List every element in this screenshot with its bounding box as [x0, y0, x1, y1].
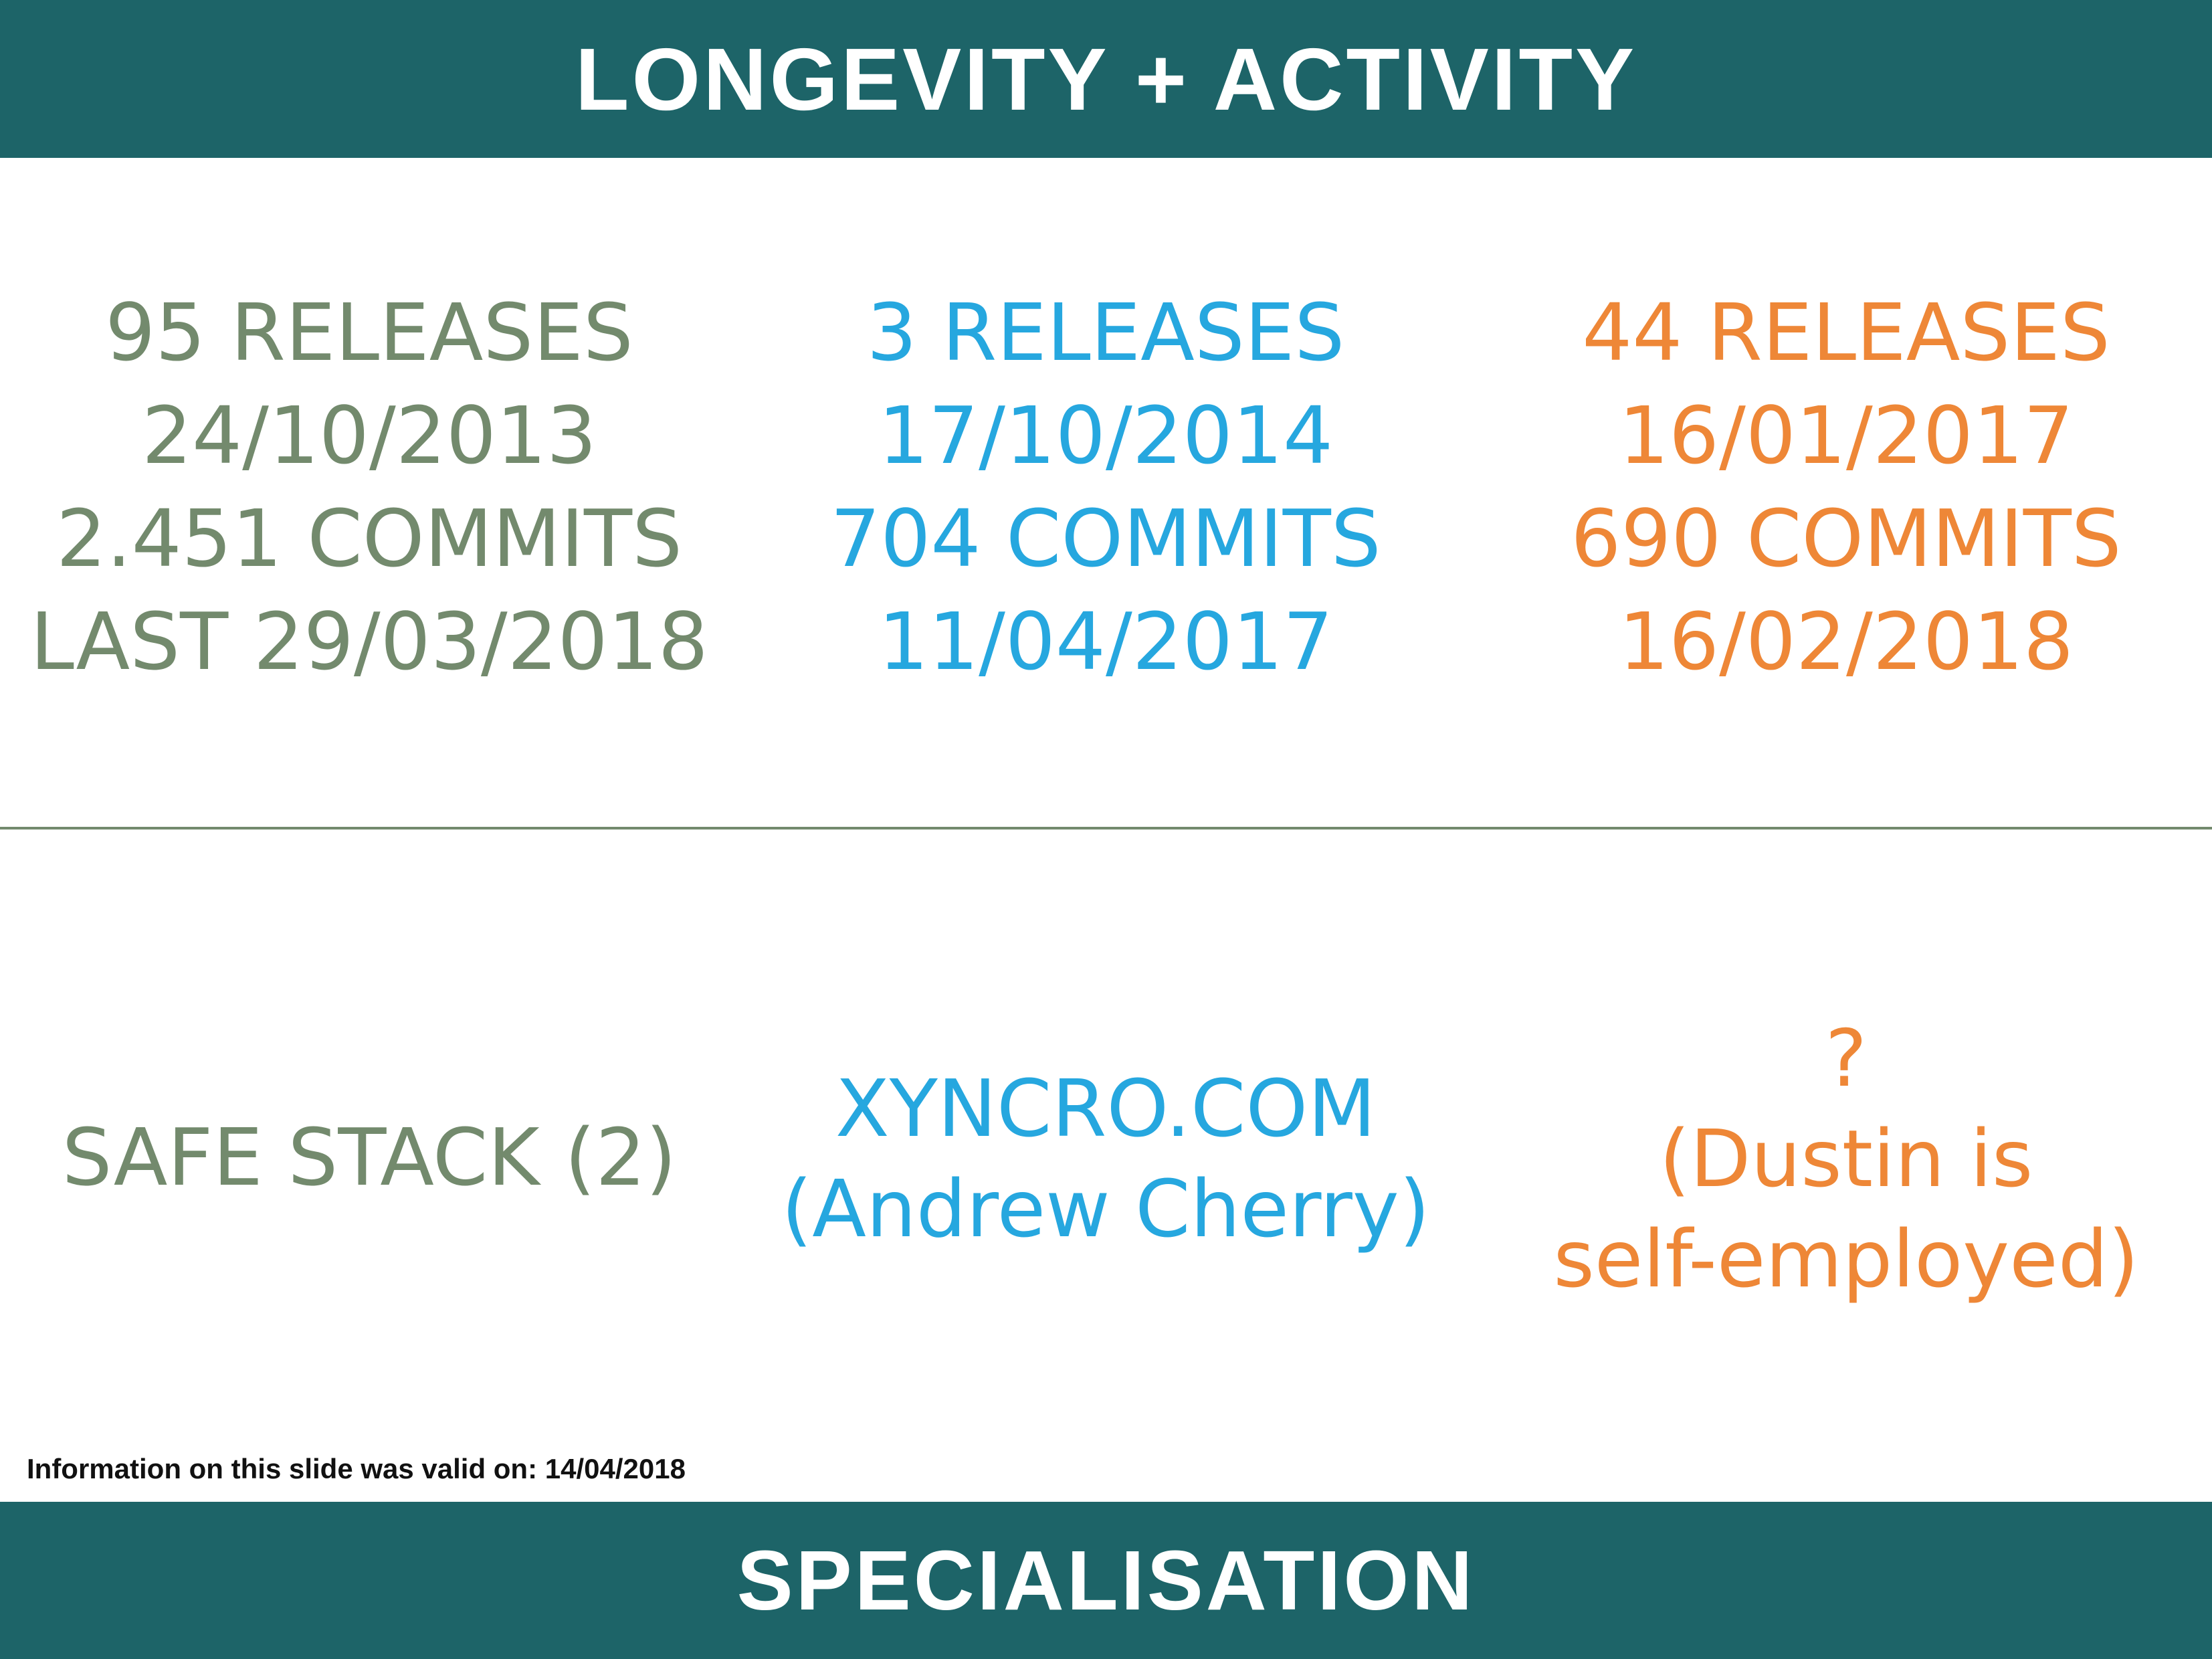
stats-column-1: 95 RELEASES 24/10/2013 2.451 COMMITS LAS… [8, 281, 730, 693]
specialisation-column-2: XYNCRO.COM (Andrew Cherry) [744, 1058, 1467, 1259]
header-banner: LONGEVITY + ACTIVITY [0, 0, 2212, 158]
specialisation-note: self-employed) [1553, 1213, 2139, 1305]
stats-column-2: 3 RELEASES 17/10/2014 704 COMMITS 11/04/… [744, 281, 1467, 693]
specialisation-text: SAFE STACK (2) [62, 1111, 677, 1203]
last-release-date: LAST 29/03/2018 [30, 595, 708, 688]
footer-banner: SPECIALISATION [0, 1502, 2212, 1659]
first-release-date: 17/10/2014 [878, 389, 1334, 482]
validity-footnote: Information on this slide was valid on: … [27, 1453, 686, 1484]
first-release-date: 16/01/2017 [1618, 389, 2074, 482]
specialisation-text: XYNCRO.COM [835, 1062, 1377, 1155]
specialisation-text: ? [1825, 1012, 1868, 1104]
commits-count: 704 COMMITS [830, 492, 1381, 585]
commits-count: 2.451 COMMITS [56, 492, 682, 585]
specialisation-column-3: ? (Dustin is self-employed) [1485, 1008, 2207, 1309]
header-title: LONGEVITY + ACTIVITY [575, 29, 1637, 128]
releases-count: 44 RELEASES [1582, 286, 2110, 379]
commits-count: 690 COMMITS [1571, 492, 2122, 585]
last-release-date: 16/02/2018 [1618, 595, 2074, 688]
specialisation-person: (Andrew Cherry) [781, 1163, 1430, 1255]
last-release-date: 11/04/2017 [878, 595, 1334, 688]
specialisation-column-1: SAFE STACK (2) [8, 1107, 730, 1207]
section-divider [0, 827, 2212, 830]
releases-count: 95 RELEASES [105, 286, 633, 379]
specialisation-note: (Dustin is [1659, 1112, 2033, 1205]
first-release-date: 24/10/2013 [141, 389, 597, 482]
stats-column-3: 44 RELEASES 16/01/2017 690 COMMITS 16/02… [1485, 281, 2207, 693]
footer-title: SPECIALISATION [736, 1533, 1476, 1628]
releases-count: 3 RELEASES [866, 286, 1345, 379]
